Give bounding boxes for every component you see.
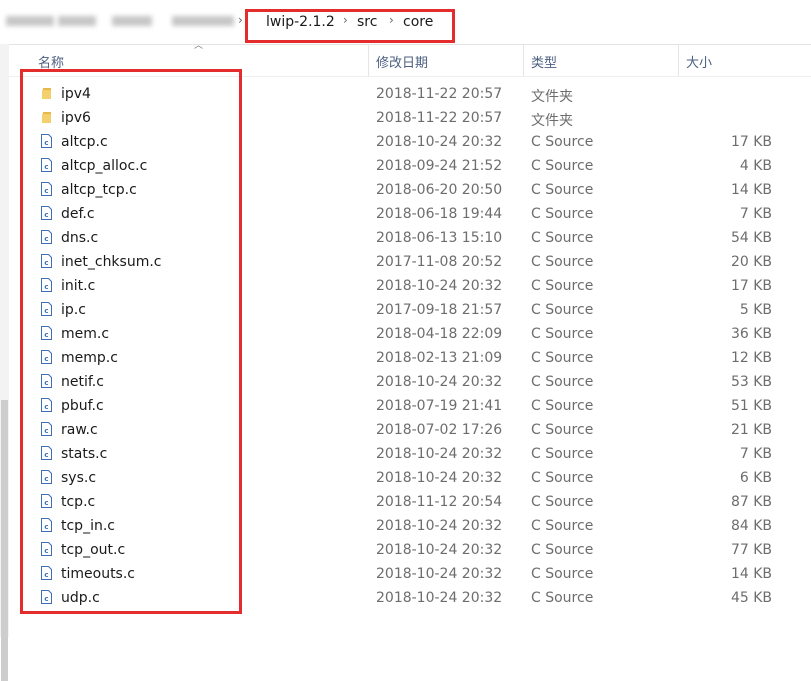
column-divider[interactable]	[523, 44, 524, 76]
file-type: C Source	[531, 542, 594, 558]
file-size: 17 KB	[730, 134, 772, 150]
file-type: C Source	[531, 326, 594, 342]
file-size: 45 KB	[730, 590, 772, 606]
redacted-path-segment	[172, 16, 234, 26]
sort-ascending-icon: ︿	[194, 41, 204, 51]
file-type: C Source	[531, 206, 594, 222]
file-type: C Source	[531, 518, 594, 534]
file-modified-date: 2018-11-12 20:54	[376, 494, 503, 510]
file-type: 文件夹	[531, 113, 573, 129]
file-type: 文件夹	[531, 89, 573, 105]
file-modified-date: 2018-11-22 20:57	[376, 86, 503, 102]
file-size: 7 KB	[739, 206, 772, 222]
file-modified-date: 2018-10-24 20:32	[376, 542, 503, 558]
file-size: 5 KB	[739, 302, 772, 318]
column-header-modified[interactable]: 修改日期	[376, 52, 428, 71]
file-modified-date: 2018-10-24 20:32	[376, 590, 503, 606]
file-list-highlight-box	[20, 69, 242, 614]
file-modified-date: 2018-06-20 20:50	[376, 182, 503, 198]
redacted-path-segment	[58, 16, 96, 26]
file-type: C Source	[531, 374, 594, 390]
file-modified-date: 2018-10-24 20:32	[376, 470, 503, 486]
file-modified-date: 2018-06-13 15:10	[376, 230, 503, 246]
file-size: 7 KB	[739, 446, 772, 462]
file-size: 17 KB	[730, 278, 772, 294]
file-modified-date: 2018-02-13 21:09	[376, 350, 503, 366]
column-divider[interactable]	[678, 44, 679, 76]
file-type: C Source	[531, 590, 594, 606]
breadcrumb-separator-icon: ›	[238, 13, 243, 27]
file-modified-date: 2018-07-02 17:26	[376, 422, 503, 438]
file-modified-date: 2018-10-24 20:32	[376, 446, 503, 462]
file-type: C Source	[531, 278, 594, 294]
file-modified-date: 2018-10-24 20:32	[376, 518, 503, 534]
file-size: 12 KB	[730, 350, 772, 366]
redacted-path-segment	[112, 16, 152, 26]
file-size: 84 KB	[730, 518, 772, 534]
file-size: 53 KB	[730, 374, 772, 390]
file-size: 4 KB	[739, 158, 772, 174]
file-type: C Source	[531, 470, 594, 486]
file-type: C Source	[531, 494, 594, 510]
file-modified-date: 2017-09-18 21:57	[376, 302, 503, 318]
file-size: 54 KB	[730, 230, 772, 246]
column-header-type[interactable]: 类型	[531, 52, 557, 71]
file-type: C Source	[531, 182, 594, 198]
file-modified-date: 2018-10-24 20:32	[376, 374, 503, 390]
file-modified-date: 2018-11-22 20:57	[376, 110, 503, 126]
file-type: C Source	[531, 158, 594, 174]
file-size: 36 KB	[730, 326, 772, 342]
file-size: 14 KB	[730, 566, 772, 582]
file-type: C Source	[531, 446, 594, 462]
file-type: C Source	[531, 134, 594, 150]
file-modified-date: 2018-10-24 20:32	[376, 278, 503, 294]
file-type: C Source	[531, 398, 594, 414]
file-size: 51 KB	[730, 398, 772, 414]
file-modified-date: 2018-04-18 22:09	[376, 326, 503, 342]
column-divider[interactable]	[368, 44, 369, 76]
file-type: C Source	[531, 566, 594, 582]
file-size: 6 KB	[739, 470, 772, 486]
file-type: C Source	[531, 350, 594, 366]
breadcrumb-highlight-box	[245, 9, 455, 43]
file-type: C Source	[531, 254, 594, 270]
column-header-size[interactable]: 大小	[686, 52, 712, 71]
file-size: 77 KB	[730, 542, 772, 558]
file-modified-date: 2018-07-19 21:41	[376, 398, 503, 414]
file-modified-date: 2018-09-24 21:52	[376, 158, 503, 174]
file-type: C Source	[531, 422, 594, 438]
file-type: C Source	[531, 230, 594, 246]
file-size: 20 KB	[730, 254, 772, 270]
file-modified-date: 2018-06-18 19:44	[376, 206, 503, 222]
file-size: 87 KB	[730, 494, 772, 510]
file-modified-date: 2018-10-24 20:32	[376, 134, 503, 150]
file-modified-date: 2018-10-24 20:32	[376, 566, 503, 582]
file-modified-date: 2017-11-08 20:52	[376, 254, 503, 270]
file-size: 14 KB	[730, 182, 772, 198]
file-size: 21 KB	[730, 422, 772, 438]
file-type: C Source	[531, 302, 594, 318]
redacted-path-segment	[6, 16, 54, 26]
